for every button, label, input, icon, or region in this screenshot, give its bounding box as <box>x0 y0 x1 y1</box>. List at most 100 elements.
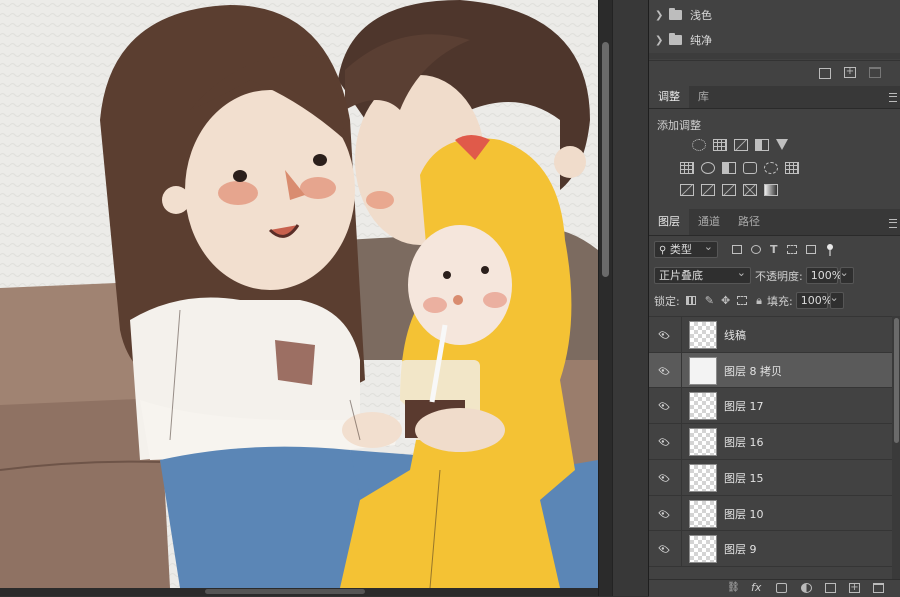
layer-thumbnail[interactable] <box>689 499 717 528</box>
filter-toggle[interactable] <box>826 243 833 256</box>
fx-icon[interactable]: fx <box>751 582 762 593</box>
link-icon[interactable]: ⛓ <box>727 583 740 593</box>
layer-row[interactable]: 图层 10 <box>649 495 892 531</box>
filter-type-icon[interactable]: T <box>770 243 778 256</box>
adjustments-heading: 添加调整 <box>657 119 701 132</box>
layer-row[interactable]: 线稿 <box>649 316 892 352</box>
channel-mixer-icon[interactable] <box>764 162 778 174</box>
eye-icon[interactable] <box>658 328 670 341</box>
fill-input[interactable]: 100% <box>795 292 832 309</box>
curves-icon[interactable] <box>734 139 748 151</box>
layer-filter-dropdown[interactable]: ⚲ 类型 <box>654 239 718 258</box>
black-white-icon[interactable] <box>722 162 736 174</box>
color-balance-icon[interactable] <box>701 162 715 174</box>
layer-thumbnail[interactable] <box>689 320 717 349</box>
preset-folder-row[interactable]: ❯ 纯净 <box>649 28 889 52</box>
tab-paths[interactable]: 路径 <box>729 209 769 235</box>
tab-layers[interactable]: 图层 <box>649 209 689 235</box>
adjustment-layer-icon[interactable] <box>801 583 812 593</box>
hue-saturation-icon[interactable] <box>680 162 694 174</box>
color-lookup-icon[interactable] <box>785 162 799 174</box>
layer-thumbnail[interactable] <box>689 463 717 492</box>
canvas-horizontal-scrollbar[interactable] <box>0 588 598 596</box>
tab-adjustments[interactable]: 调整 <box>649 86 689 108</box>
folder-icon[interactable] <box>825 583 836 593</box>
opacity-label: 不透明度: <box>755 269 803 283</box>
threshold-icon[interactable] <box>722 184 736 196</box>
canvas-horizontal-scroll-thumb[interactable] <box>205 589 365 594</box>
adjustments-tabbar: 调整 库 <box>649 86 900 109</box>
eye-icon[interactable] <box>658 435 670 448</box>
layer-name: 图层 17 <box>724 399 764 413</box>
layer-thumbnail[interactable] <box>689 391 717 420</box>
lock-position-icon[interactable]: ✥ <box>721 294 730 307</box>
lock-fill-bar: 锁定: ✎ ✥ 🔒︎ 填充: 100% <box>649 290 900 309</box>
panel-dock-strip <box>612 0 649 596</box>
folder-list-overflow <box>649 53 900 59</box>
fill-slider-toggle[interactable] <box>830 290 844 309</box>
eye-icon[interactable] <box>658 364 670 377</box>
panel-menu-icon[interactable] <box>889 93 897 102</box>
layer-thumbnail[interactable] <box>689 356 717 385</box>
tab-libraries[interactable]: 库 <box>689 86 718 108</box>
layer-name: 线稿 <box>724 328 746 342</box>
exposure-icon[interactable] <box>755 139 769 151</box>
filter-adjustment-icon[interactable] <box>751 245 761 254</box>
posterize-icon[interactable] <box>701 184 715 196</box>
invert-icon[interactable] <box>680 184 694 196</box>
chevron-right-icon[interactable]: ❯ <box>655 10 665 21</box>
layer-row[interactable]: 图层 16 <box>649 423 892 459</box>
photo-filter-icon[interactable] <box>743 162 757 174</box>
selective-color-icon[interactable] <box>743 184 757 196</box>
layer-thumbnail[interactable] <box>689 427 717 456</box>
preset-folder-row[interactable]: ❯ 浅色 <box>649 3 889 27</box>
layer-filter-bar: ⚲ 类型 T <box>649 239 900 258</box>
eye-icon[interactable] <box>658 471 670 484</box>
adjustments-row-1 <box>692 139 797 151</box>
lock-brush-icon[interactable]: ✎ <box>705 294 714 307</box>
artwork-illustration[interactable] <box>0 0 598 588</box>
layer-row[interactable]: 图层 15 <box>649 459 892 495</box>
new-preset-icon[interactable]: + <box>844 67 856 78</box>
opacity-slider-toggle[interactable] <box>840 265 854 284</box>
layer-row[interactable]: 图层 17 <box>649 387 892 423</box>
lock-transparent-icon[interactable] <box>685 296 696 305</box>
layer-row[interactable]: 图层 9 <box>649 530 892 566</box>
trash-icon[interactable] <box>873 583 884 593</box>
folder-icon <box>669 33 682 45</box>
eye-icon[interactable] <box>658 399 670 412</box>
vibrance-icon[interactable] <box>776 139 788 150</box>
lock-all-icon[interactable]: 🔒︎ <box>756 294 762 308</box>
filter-shape-icon[interactable] <box>786 245 797 254</box>
eye-icon[interactable] <box>658 542 670 555</box>
blend-mode-dropdown[interactable]: 正片叠底 <box>654 265 751 284</box>
tab-channels[interactable]: 通道 <box>689 209 729 235</box>
canvas-area[interactable] <box>0 0 598 596</box>
blend-mode-value: 正片叠底 <box>659 269 703 282</box>
canvas-vertical-scroll-thumb[interactable] <box>602 42 609 277</box>
adjustments-row-3 <box>680 184 785 196</box>
search-icon: ⚲ <box>659 245 667 256</box>
layers-scrollbar[interactable] <box>892 316 900 581</box>
brightness-icon[interactable] <box>692 139 706 151</box>
new-group-icon[interactable] <box>819 68 831 79</box>
layer-name: 图层 15 <box>724 471 764 485</box>
eye-icon[interactable] <box>658 507 670 520</box>
layer-name: 图层 10 <box>724 507 764 521</box>
opacity-input[interactable]: 100% <box>805 267 842 284</box>
new-layer-icon[interactable]: + <box>849 583 860 593</box>
layers-scroll-thumb[interactable] <box>894 318 899 443</box>
filter-smart-object-icon[interactable] <box>805 245 816 254</box>
right-panel: ❯ 浅色 ❯ 纯净 + 调整 库 添加调整 图层 通道 路径 ⚲ 类型 ⌄ T … <box>648 0 900 597</box>
chevron-right-icon[interactable]: ❯ <box>655 35 665 46</box>
trash-icon[interactable] <box>869 67 881 78</box>
gradient-map-icon[interactable] <box>764 184 778 196</box>
lock-artboard-icon[interactable] <box>737 296 748 305</box>
layer-thumbnail[interactable] <box>689 534 717 563</box>
layer-mask-icon[interactable] <box>776 583 787 593</box>
filter-pixel-icon[interactable] <box>732 245 742 254</box>
panel-menu-icon[interactable] <box>889 219 897 228</box>
levels-icon[interactable] <box>713 139 727 151</box>
layer-row[interactable]: 图层 8 拷贝 <box>649 352 892 388</box>
canvas-vertical-scrollbar[interactable] <box>598 0 613 596</box>
